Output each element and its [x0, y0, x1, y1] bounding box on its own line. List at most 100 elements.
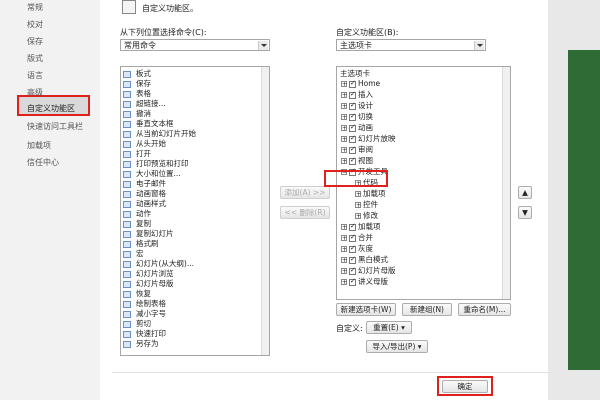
- expand-icon[interactable]: +: [341, 147, 347, 154]
- add-button[interactable]: 添加(A) >>: [280, 186, 330, 199]
- command-item[interactable]: 电子邮件: [123, 179, 166, 188]
- command-item[interactable]: 另存为: [123, 339, 159, 348]
- remove-button[interactable]: << 删除(R): [280, 206, 330, 219]
- command-item[interactable]: 撤消: [123, 109, 151, 118]
- tab-checkbox[interactable]: [349, 244, 356, 253]
- command-item[interactable]: 大小和位置...: [123, 169, 181, 178]
- command-item[interactable]: 动画窗格: [123, 189, 166, 198]
- command-item[interactable]: 幻灯片(从大纲)...: [123, 259, 194, 268]
- commands-scrollbar[interactable]: [261, 67, 269, 355]
- tab-checkbox[interactable]: [349, 112, 356, 121]
- tree-tab-item[interactable]: + 设计: [341, 101, 373, 110]
- tree-tab-item[interactable]: + 灰度: [341, 244, 373, 253]
- rename-button[interactable]: 重命名(M)...: [458, 303, 511, 316]
- command-item[interactable]: 宏: [123, 249, 144, 258]
- command-item[interactable]: 格式刷: [123, 239, 159, 248]
- tab-checkbox[interactable]: [349, 233, 356, 242]
- command-item[interactable]: 幻灯片母版: [123, 279, 174, 288]
- tab-checkbox[interactable]: [349, 156, 356, 165]
- tree-tab-item[interactable]: + 动画: [341, 123, 373, 132]
- nav-item-addins[interactable]: 加载项: [27, 140, 51, 151]
- tab-checkbox[interactable]: [349, 222, 356, 231]
- command-item[interactable]: 从头开始: [123, 139, 166, 148]
- expand-icon[interactable]: +: [341, 92, 347, 99]
- command-item[interactable]: 动作: [123, 209, 151, 218]
- nav-item-trust-center[interactable]: 信任中心: [27, 157, 59, 168]
- expand-icon[interactable]: +: [355, 191, 361, 198]
- nav-item-advanced[interactable]: 高级: [27, 87, 43, 98]
- nav-item-layout[interactable]: 版式: [27, 53, 43, 64]
- expand-icon[interactable]: +: [355, 213, 361, 220]
- tree-tab-item[interactable]: + 黑白模式: [341, 255, 388, 264]
- nav-item-quick-access-toolbar[interactable]: 快速访问工具栏: [27, 121, 83, 132]
- tree-group-item[interactable]: + 修改: [355, 211, 378, 220]
- tree-tab-item[interactable]: + 幻灯片放映: [341, 134, 396, 143]
- tab-checkbox[interactable]: [349, 145, 356, 154]
- chevron-down-icon[interactable]: [258, 41, 268, 50]
- expand-icon[interactable]: +: [341, 125, 347, 132]
- tree-tab-item[interactable]: + 审阅: [341, 145, 373, 154]
- expand-icon[interactable]: +: [341, 268, 347, 275]
- customize-ribbon-dropdown[interactable]: 主选项卡: [336, 39, 486, 51]
- reset-button[interactable]: 重置(E) ▾: [366, 321, 412, 334]
- tab-checkbox[interactable]: [349, 266, 356, 275]
- tree-tab-item[interactable]: + 讲义母版: [341, 277, 388, 286]
- nav-item-customize-ribbon[interactable]: 自定义功能区: [27, 103, 75, 114]
- command-item[interactable]: 打印预览和打印: [123, 159, 189, 168]
- command-item[interactable]: 快速打印: [123, 329, 166, 338]
- command-item[interactable]: 打开: [123, 149, 151, 158]
- new-group-button[interactable]: 新建组(N): [402, 303, 452, 316]
- command-item[interactable]: 幻灯片浏览: [123, 269, 174, 278]
- command-item[interactable]: 复制: [123, 219, 151, 228]
- commands-list[interactable]: 板式 保存 表格 超链接... 撤消 垂直文本框 从当前幻灯片开始 从头开始 打开 打印预览和打印…: [120, 66, 270, 356]
- nav-item-general[interactable]: 常规: [27, 2, 43, 13]
- expand-icon[interactable]: +: [341, 235, 347, 242]
- expand-icon[interactable]: +: [341, 224, 347, 231]
- expand-icon[interactable]: +: [341, 103, 347, 110]
- nav-item-proofing[interactable]: 校对: [27, 19, 43, 30]
- command-item[interactable]: 从当前幻灯片开始: [123, 129, 196, 138]
- command-item[interactable]: 动画样式: [123, 199, 166, 208]
- command-item[interactable]: 保存: [123, 79, 151, 88]
- tree-tab-item[interactable]: + 插入: [341, 90, 373, 99]
- new-tab-button[interactable]: 新建选项卡(W): [336, 303, 396, 316]
- command-item[interactable]: 减小字号: [123, 309, 166, 318]
- tab-checkbox[interactable]: [349, 123, 356, 132]
- command-item[interactable]: 剪切: [123, 319, 151, 328]
- tree-tab-item[interactable]: + 视图: [341, 156, 373, 165]
- expand-icon[interactable]: +: [341, 81, 347, 88]
- tree-scrollbar[interactable]: [502, 67, 510, 299]
- tree-tab-item[interactable]: + 幻灯片母版: [341, 266, 396, 275]
- choose-commands-dropdown[interactable]: 常用命令: [120, 39, 270, 51]
- expand-icon[interactable]: +: [341, 136, 347, 143]
- tab-checkbox[interactable]: [349, 101, 356, 110]
- command-item[interactable]: 恢复: [123, 289, 151, 298]
- nav-item-save[interactable]: 保存: [27, 36, 43, 47]
- command-item[interactable]: 复制幻灯片: [123, 229, 174, 238]
- command-item[interactable]: 表格: [123, 89, 151, 98]
- expand-icon[interactable]: +: [341, 279, 347, 286]
- command-item[interactable]: 绘制表格: [123, 299, 166, 308]
- tree-tab-item[interactable]: + 加载项: [341, 222, 381, 231]
- tree-group-item[interactable]: + 控件: [355, 200, 378, 209]
- tab-checkbox[interactable]: [349, 277, 356, 286]
- tab-checkbox[interactable]: [349, 255, 356, 264]
- expand-icon[interactable]: +: [341, 257, 347, 264]
- expand-icon[interactable]: +: [341, 158, 347, 165]
- tree-group-item[interactable]: + 加载项: [355, 189, 386, 198]
- tree-tab-item[interactable]: + 切换: [341, 112, 373, 121]
- move-up-button[interactable]: ▲: [518, 186, 532, 199]
- command-item[interactable]: 超链接...: [123, 99, 166, 108]
- expand-icon[interactable]: +: [341, 246, 347, 253]
- tab-checkbox[interactable]: [349, 79, 356, 88]
- chevron-down-icon[interactable]: [474, 41, 484, 50]
- expand-icon[interactable]: +: [341, 114, 347, 121]
- nav-item-language[interactable]: 语言: [27, 70, 43, 81]
- tab-checkbox[interactable]: [349, 90, 356, 99]
- tab-checkbox[interactable]: [349, 134, 356, 143]
- expand-icon[interactable]: +: [355, 202, 361, 209]
- tree-tab-item[interactable]: + 合并: [341, 233, 373, 242]
- tree-tab-item[interactable]: + Home: [341, 79, 380, 88]
- command-item[interactable]: 垂直文本框: [123, 119, 174, 128]
- import-export-button[interactable]: 导入/导出(P) ▾: [366, 340, 428, 353]
